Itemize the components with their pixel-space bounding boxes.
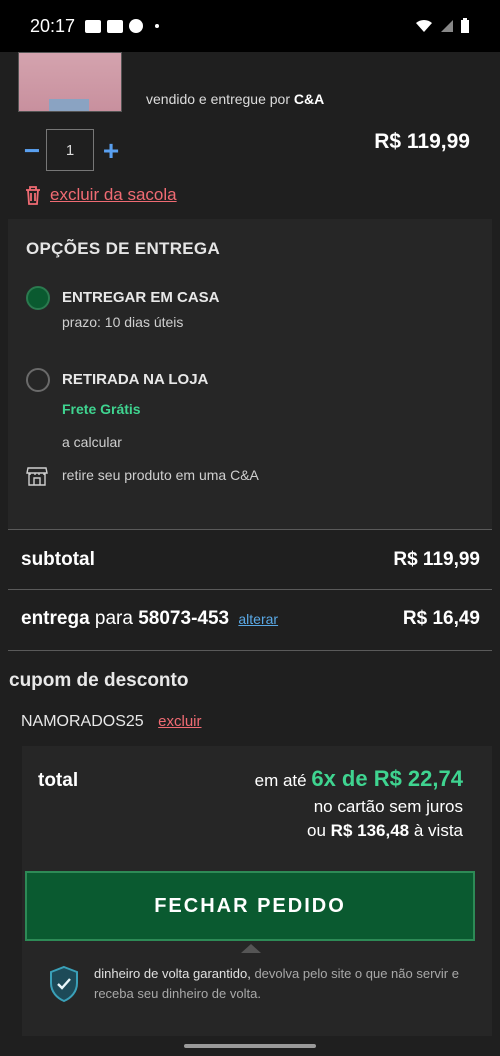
installments-value: 6x de R$ 22,74 xyxy=(311,766,463,791)
store-icon xyxy=(26,467,48,486)
remove-coupon-link[interactable]: excluir xyxy=(158,713,201,730)
seller-name: C&A xyxy=(293,91,325,107)
youtube-icon xyxy=(107,19,124,33)
more-notifications-icon xyxy=(155,24,160,28)
no-interest-text: no cartão sem juros xyxy=(313,797,463,816)
installments-prefix: em até xyxy=(254,771,307,790)
coupon-title: cupom de desconto xyxy=(9,670,189,691)
divider xyxy=(8,529,492,530)
product-image[interactable] xyxy=(18,52,122,112)
gallery-icon xyxy=(85,19,102,33)
shield-check-icon xyxy=(50,965,78,1003)
delivery-options-title: OPÇÕES DE ENTREGA xyxy=(26,239,221,258)
status-bar: 20:17 xyxy=(0,0,500,52)
home-delivery-deadline: prazo: 10 dias úteis xyxy=(62,314,184,330)
pickup-store-note: retire seu produto em uma C&A xyxy=(62,467,259,483)
divider xyxy=(8,650,492,651)
home-indicator[interactable] xyxy=(184,1044,316,1048)
battery-icon xyxy=(461,18,469,33)
home-delivery-title[interactable]: ENTREGAR EM CASA xyxy=(62,289,220,306)
product-image-detail xyxy=(49,99,89,111)
sold-by-text: vendido e entregue por C&A xyxy=(146,91,324,107)
change-zipcode-link[interactable]: alterar xyxy=(238,611,278,627)
cash-price-text: ou R$ 136,48 à vista xyxy=(307,821,463,841)
item-price: R$ 119,99 xyxy=(374,130,470,153)
subtotal-label: subtotal xyxy=(21,549,95,570)
cash-suffix: à vista xyxy=(413,821,463,840)
status-time: 20:17 xyxy=(30,15,76,36)
cash-prefix: ou xyxy=(307,821,326,840)
trash-icon xyxy=(26,186,40,205)
total-panel: total em até 6x de R$ 22,74 no cartão se… xyxy=(22,746,492,1036)
notification-icons xyxy=(85,19,160,33)
store-pickup-radio[interactable] xyxy=(26,368,50,392)
shipping-row: entrega para 58073-453 alterar xyxy=(21,608,278,630)
increase-quantity-button[interactable]: + xyxy=(100,136,122,166)
cash-value: R$ 136,48 xyxy=(330,821,410,840)
app-notification-icon xyxy=(129,19,144,33)
store-pickup-title[interactable]: RETIRADA NA LOJA xyxy=(62,371,208,388)
sold-by-prefix: vendido e entregue por xyxy=(146,91,290,107)
signal-icon xyxy=(441,20,453,32)
shipping-for: para xyxy=(94,608,133,629)
system-icons xyxy=(414,18,470,34)
shipping-zipcode: 58073-453 xyxy=(138,608,230,629)
money-back-guarantee: dinheiro de volta garantido, devolva pel… xyxy=(94,964,464,1004)
guarantee-title: dinheiro de volta garantido, xyxy=(94,966,251,981)
divider xyxy=(8,589,492,590)
subtotal-value: R$ 119,99 xyxy=(393,549,480,570)
wifi-icon xyxy=(416,19,432,32)
coupon-code: NAMORADOS25 xyxy=(21,713,144,730)
total-label: total xyxy=(38,770,79,791)
free-shipping-label: Frete Grátis xyxy=(62,401,141,417)
quantity-input[interactable]: 1 xyxy=(46,129,94,171)
delivery-options-panel: OPÇÕES DE ENTREGA ENTREGAR EM CASA prazo… xyxy=(8,219,492,529)
installments-text: em até 6x de R$ 22,74 xyxy=(255,766,463,792)
decrease-quantity-button[interactable]: − xyxy=(22,136,42,166)
shipping-label: entrega xyxy=(21,608,90,629)
checkout-button[interactable]: FECHAR PEDIDO xyxy=(25,871,475,941)
coupon-row: NAMORADOS25 excluir xyxy=(21,713,202,731)
shipping-value: R$ 16,49 xyxy=(402,608,480,629)
remove-from-bag-label: excluir da sacola xyxy=(50,185,177,204)
home-delivery-radio[interactable] xyxy=(26,286,50,310)
remove-from-bag-link[interactable]: excluir da sacola xyxy=(24,185,177,205)
pickup-calc-label: a calcular xyxy=(62,434,122,450)
caret-up-icon xyxy=(241,944,261,953)
